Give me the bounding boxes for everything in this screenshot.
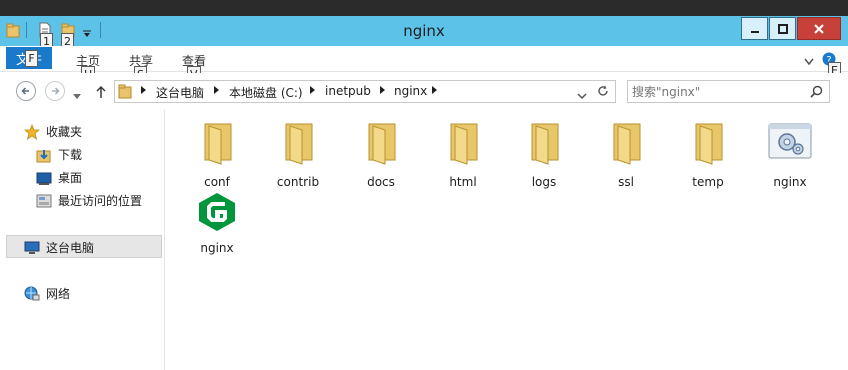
file-item-nginx-config[interactable]: nginx <box>755 120 825 189</box>
file-item-nginx-exe[interactable]: nginx <box>182 192 252 255</box>
close-icon <box>814 23 824 34</box>
nav-item-label: 这台电脑 <box>46 241 95 255</box>
forward-arrow-icon <box>52 87 60 95</box>
nav-item-label: 桌面 <box>58 171 83 185</box>
network-icon <box>24 286 40 300</box>
qat-dropdown-icon[interactable] <box>82 27 92 41</box>
file-name: conf <box>204 175 230 189</box>
nav-item-downloads[interactable]: 下载 <box>36 146 82 163</box>
nav-item-label: 收藏夹 <box>46 125 83 139</box>
file-name: html <box>449 175 477 189</box>
minimize-button[interactable] <box>741 17 768 40</box>
nav-item-network[interactable]: 网络 <box>24 285 70 302</box>
breadcrumb-chevron-icon[interactable] <box>310 86 315 94</box>
breadcrumb-chevron-icon[interactable] <box>141 86 146 94</box>
top-strip <box>0 0 848 16</box>
breadcrumb-chevron-icon[interactable] <box>380 86 385 94</box>
breadcrumb-nginx[interactable]: nginx <box>394 84 427 98</box>
back-arrow-icon <box>21 87 29 95</box>
nav-item-label: 最近访问的位置 <box>58 194 143 208</box>
file-name: logs <box>531 175 557 189</box>
file-name: nginx <box>773 175 807 189</box>
expand-ribbon-icon[interactable] <box>804 55 814 69</box>
nav-item-label: 网络 <box>46 287 71 301</box>
recent-places-icon <box>36 194 52 207</box>
downloads-icon <box>36 149 51 162</box>
nav-item-desktop[interactable]: 桌面 <box>36 169 82 186</box>
address-history-dropdown-icon[interactable] <box>577 89 587 103</box>
folder-item-contrib[interactable]: contrib <box>263 120 333 189</box>
star-icon <box>24 123 40 140</box>
nav-item-label: 下载 <box>58 148 83 162</box>
folder-icon <box>204 123 232 165</box>
search-input[interactable] <box>632 82 807 101</box>
address-folder-icon <box>118 83 132 102</box>
folder-item-temp[interactable]: temp <box>673 120 743 189</box>
window-title: nginx <box>403 22 445 40</box>
breadcrumb-inetpub[interactable]: inetpub <box>325 84 371 98</box>
ribbon-tab-bar <box>0 46 848 72</box>
folder-icon <box>368 123 396 165</box>
close-button[interactable] <box>797 17 841 40</box>
folder-icon <box>613 123 641 165</box>
breadcrumb-chevron-icon[interactable] <box>214 86 219 94</box>
folder-item-html[interactable]: html <box>428 120 498 189</box>
desktop-icon <box>36 172 52 185</box>
forward-button[interactable] <box>45 81 65 101</box>
folder-icon <box>531 123 559 165</box>
folder-item-logs[interactable]: logs <box>509 120 579 189</box>
nav-item-favorites[interactable]: 收藏夹 <box>24 123 82 140</box>
up-arrow-icon[interactable] <box>95 85 107 102</box>
refresh-icon[interactable] <box>597 85 609 100</box>
nav-item-this-pc[interactable]: 这台电脑 <box>24 239 94 256</box>
folder-icon <box>450 123 478 165</box>
folder-item-docs[interactable]: docs <box>346 120 416 189</box>
keytip-file: F <box>25 50 38 67</box>
file-name: docs <box>367 175 395 189</box>
nginx-logo-icon <box>199 193 235 231</box>
folder-icon <box>6 22 20 41</box>
minimize-icon <box>750 30 759 33</box>
back-button[interactable] <box>16 81 36 101</box>
qat-separator <box>100 22 101 38</box>
file-name: ssl <box>618 175 634 189</box>
file-name: contrib <box>276 175 320 189</box>
file-name: nginx <box>200 241 234 255</box>
breadcrumb-this-pc[interactable]: 这台电脑 <box>156 84 204 101</box>
maximize-button[interactable] <box>769 17 796 40</box>
computer-icon <box>24 241 40 254</box>
breadcrumb-chevron-icon[interactable] <box>432 86 437 94</box>
folder-item-ssl[interactable]: ssl <box>591 120 661 189</box>
recent-locations-icon[interactable] <box>73 89 81 103</box>
breadcrumb-local-disk[interactable]: 本地磁盘 (C:) <box>229 84 303 101</box>
maximize-icon <box>777 23 788 34</box>
nav-item-recent[interactable]: 最近访问的位置 <box>36 192 142 209</box>
file-name: temp <box>692 175 724 189</box>
search-icon[interactable] <box>810 85 823 101</box>
folder-item-conf[interactable]: conf <box>182 120 252 189</box>
folder-icon <box>285 123 313 165</box>
qat-separator <box>26 22 27 38</box>
folder-icon <box>695 123 723 165</box>
config-settings-icon <box>768 123 812 159</box>
